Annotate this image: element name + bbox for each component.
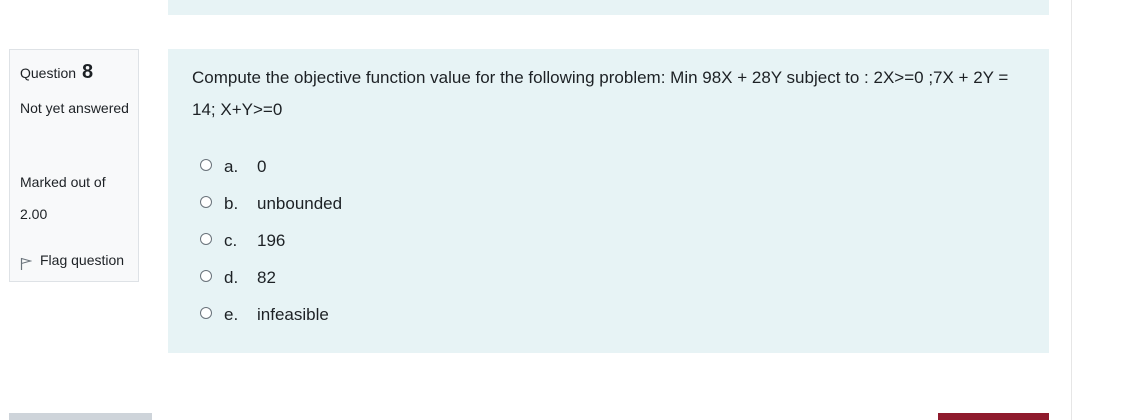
- answer-option-e[interactable]: e. infeasible: [200, 301, 342, 338]
- answer-text: 196: [257, 231, 286, 250]
- question-label: Question: [20, 65, 77, 81]
- radio-unchecked-icon[interactable]: [200, 196, 212, 208]
- previous-question-panel: [168, 0, 1049, 15]
- answer-option-a[interactable]: a. 0: [200, 153, 342, 190]
- flag-icon: [20, 257, 32, 270]
- answer-letter: c.: [224, 231, 238, 250]
- radio-unchecked-icon[interactable]: [200, 159, 212, 171]
- answer-text: infeasible: [257, 305, 329, 324]
- answer-text: 82: [257, 268, 276, 287]
- answer-letter: b.: [224, 194, 239, 213]
- previous-page-button[interactable]: [9, 413, 152, 420]
- question-info-panel: Question 8 Not yet answered Marked out o…: [9, 49, 139, 282]
- radio-unchecked-icon[interactable]: [200, 307, 212, 319]
- answer-letter: d.: [224, 268, 239, 287]
- question-number: Question 8: [20, 56, 93, 89]
- answer-letter: a.: [224, 157, 239, 176]
- question-content: Compute the objective function value for…: [168, 49, 1049, 353]
- answer-option-d[interactable]: d. 82: [200, 264, 342, 301]
- question-text: Compute the objective function value for…: [192, 68, 1009, 119]
- question-number-value: 8: [81, 61, 94, 83]
- answer-option-b[interactable]: b. unbounded: [200, 190, 342, 227]
- question-grade: Marked out of 2.00: [20, 174, 106, 222]
- page-right-border: [1071, 0, 1072, 420]
- answer-letter: e.: [224, 305, 239, 324]
- radio-unchecked-icon[interactable]: [200, 233, 212, 245]
- radio-unchecked-icon[interactable]: [200, 270, 212, 282]
- flag-question-label: Flag question: [40, 252, 125, 268]
- answer-text: 0: [257, 157, 267, 176]
- answer-text: unbounded: [257, 194, 343, 213]
- flag-question-link[interactable]: Flag question: [20, 244, 124, 276]
- answer-list: a. 0 b. unbounded c. 196 d. 82 e. infeas…: [200, 153, 342, 338]
- next-page-button[interactable]: [938, 413, 1049, 420]
- answer-option-c[interactable]: c. 196: [200, 227, 342, 264]
- question-state: Not yet answered: [20, 100, 129, 116]
